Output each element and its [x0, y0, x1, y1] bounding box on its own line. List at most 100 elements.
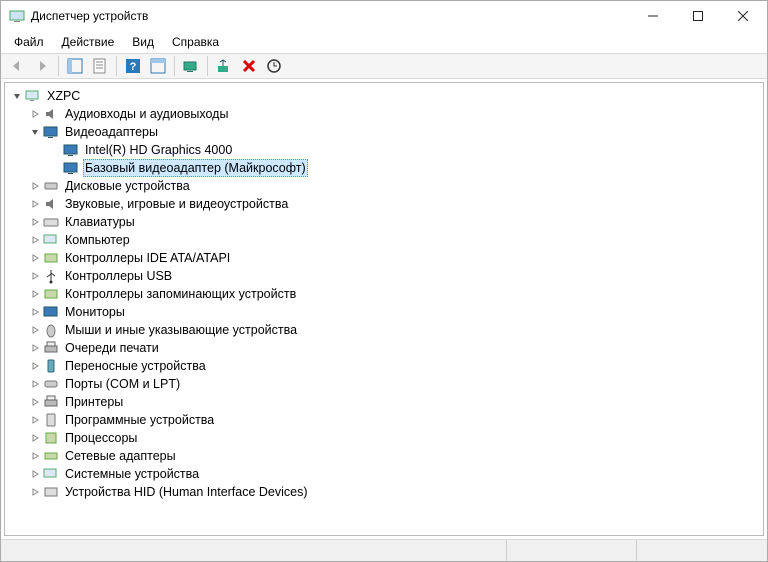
forward-button[interactable] [30, 55, 54, 77]
chevron-right-icon[interactable] [29, 486, 41, 498]
tree-item-ports[interactable]: Порты (COM и LPT) [5, 375, 763, 393]
tree-item-network[interactable]: Сетевые адаптеры [5, 447, 763, 465]
display-adapter-icon [63, 142, 79, 158]
tree-label: Системные устройства [63, 465, 201, 483]
tree-label: Видеоадаптеры [63, 123, 160, 141]
display-adapter-icon [43, 124, 59, 140]
menu-file[interactable]: Файл [5, 33, 53, 51]
title-bar: Диспетчер устройств [1, 1, 767, 31]
show-hide-tree-button[interactable] [63, 55, 87, 77]
tree-item-video[interactable]: Видеоадаптеры [5, 123, 763, 141]
menu-action[interactable]: Действие [53, 33, 124, 51]
tree-label: Контроллеры запоминающих устройств [63, 285, 298, 303]
monitor-icon [43, 304, 59, 320]
action-button[interactable] [146, 55, 170, 77]
tree-label: Очереди печати [63, 339, 161, 357]
tree-item-keyboards[interactable]: Клавиатуры [5, 213, 763, 231]
chevron-right-icon[interactable] [29, 198, 41, 210]
svg-text:?: ? [130, 61, 137, 73]
chevron-right-icon[interactable] [29, 396, 41, 408]
tree-item-processors[interactable]: Процессоры [5, 429, 763, 447]
tree-item-video-basic[interactable]: Базовый видеоадаптер (Майкрософт) [5, 159, 763, 177]
tree-item-storage-controllers[interactable]: Контроллеры запоминающих устройств [5, 285, 763, 303]
tree-label: Аудиовходы и аудиовыходы [63, 105, 230, 123]
tree-label: Процессоры [63, 429, 139, 447]
enable-device-button[interactable] [212, 55, 236, 77]
tree-label: Программные устройства [63, 411, 216, 429]
toolbar: ? [1, 53, 767, 79]
tree-label: XZPC [45, 87, 82, 105]
printer-icon [43, 340, 59, 356]
tree-item-monitors[interactable]: Мониторы [5, 303, 763, 321]
chevron-right-icon[interactable] [29, 342, 41, 354]
tree-label: Контроллеры USB [63, 267, 174, 285]
update-driver-button[interactable] [179, 55, 203, 77]
port-icon [43, 376, 59, 392]
chevron-right-icon[interactable] [29, 324, 41, 336]
tree-label: Базовый видеоадаптер (Майкрософт) [83, 159, 308, 177]
chevron-right-icon[interactable] [29, 108, 41, 120]
scan-hardware-button[interactable] [262, 55, 286, 77]
printer-icon [43, 394, 59, 410]
chevron-right-icon[interactable] [29, 216, 41, 228]
menu-bar: Файл Действие Вид Справка [1, 31, 767, 53]
tree-label: Контроллеры IDE ATA/ATAPI [63, 249, 232, 267]
tree-item-ide[interactable]: Контроллеры IDE ATA/ATAPI [5, 249, 763, 267]
separator [116, 56, 117, 76]
tree-item-video-intel[interactable]: Intel(R) HD Graphics 4000 [5, 141, 763, 159]
device-tree-container: XZPC Аудиовходы и аудиовыходы Видеоадапт… [4, 82, 764, 536]
chevron-right-icon[interactable] [29, 450, 41, 462]
tree-item-portable[interactable]: Переносные устройства [5, 357, 763, 375]
chevron-down-icon[interactable] [29, 126, 41, 138]
tree-label: Устройства HID (Human Interface Devices) [63, 483, 310, 501]
menu-view[interactable]: Вид [123, 33, 163, 51]
status-bar [1, 539, 767, 561]
maximize-button[interactable] [675, 2, 720, 30]
tree-item-software-devices[interactable]: Программные устройства [5, 411, 763, 429]
display-adapter-icon [63, 160, 79, 176]
tree-item-print-queues[interactable]: Очереди печати [5, 339, 763, 357]
chevron-right-icon[interactable] [29, 288, 41, 300]
tree-item-sound[interactable]: Звуковые, игровые и видеоустройства [5, 195, 763, 213]
tree-item-mouse[interactable]: Мыши и иные указывающие устройства [5, 321, 763, 339]
keyboard-icon [43, 214, 59, 230]
chevron-right-icon[interactable] [29, 306, 41, 318]
menu-help[interactable]: Справка [163, 33, 228, 51]
chevron-right-icon[interactable] [29, 234, 41, 246]
properties-button[interactable] [88, 55, 112, 77]
close-button[interactable] [720, 2, 765, 30]
tree-item-computer[interactable]: Компьютер [5, 231, 763, 249]
chevron-right-icon[interactable] [29, 432, 41, 444]
tree-label: Intel(R) HD Graphics 4000 [83, 141, 234, 159]
app-icon [9, 8, 25, 24]
separator [174, 56, 175, 76]
minimize-button[interactable] [630, 2, 675, 30]
chevron-right-icon[interactable] [29, 270, 41, 282]
tree-item-hid[interactable]: Устройства HID (Human Interface Devices) [5, 483, 763, 501]
tree-label: Компьютер [63, 231, 132, 249]
tree-item-printers[interactable]: Принтеры [5, 393, 763, 411]
help-button[interactable]: ? [121, 55, 145, 77]
chevron-right-icon[interactable] [29, 180, 41, 192]
tree-item-usb[interactable]: Контроллеры USB [5, 267, 763, 285]
tree-label: Звуковые, игровые и видеоустройства [63, 195, 290, 213]
chevron-right-icon[interactable] [29, 468, 41, 480]
device-manager-window: Диспетчер устройств Файл Действие Вид Сп… [0, 0, 768, 562]
tree-item-system[interactable]: Системные устройства [5, 465, 763, 483]
computer-icon [25, 88, 41, 104]
chevron-right-icon[interactable] [29, 414, 41, 426]
speaker-icon [43, 106, 59, 122]
tree-item-audio[interactable]: Аудиовходы и аудиовыходы [5, 105, 763, 123]
portable-device-icon [43, 358, 59, 374]
tree-root[interactable]: XZPC [5, 87, 763, 105]
chevron-right-icon[interactable] [29, 252, 41, 264]
chevron-right-icon[interactable] [29, 360, 41, 372]
device-tree[interactable]: XZPC Аудиовходы и аудиовыходы Видеоадапт… [5, 87, 763, 535]
back-button[interactable] [5, 55, 29, 77]
tree-item-disk[interactable]: Дисковые устройства [5, 177, 763, 195]
chevron-right-icon[interactable] [29, 378, 41, 390]
chevron-down-icon[interactable] [11, 90, 23, 102]
speaker-icon [43, 196, 59, 212]
separator [58, 56, 59, 76]
uninstall-button[interactable] [237, 55, 261, 77]
